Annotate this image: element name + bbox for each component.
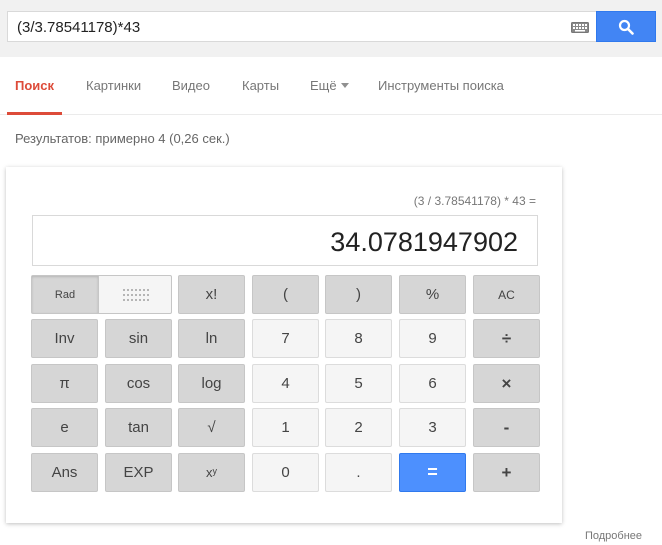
tab-search[interactable]: Поиск [15,78,54,93]
digit-3-key[interactable]: 3 [399,408,466,447]
sqrt-key[interactable]: √ [178,408,245,447]
dropdown-arrow-icon [340,83,349,89]
calculator-history: (3 / 3.78541178) * 43 = [413,194,536,208]
active-tab-indicator [7,112,62,115]
cos-key[interactable]: cos [105,364,172,403]
digit-4-key[interactable]: 4 [252,364,319,403]
tab-more[interactable]: Ещё [310,78,349,93]
digit-6-key[interactable]: 6 [399,364,466,403]
more-details-link[interactable]: Подробнее [585,530,642,542]
minus-key[interactable]: - [473,408,540,447]
calculator-display: 34.0781947902 [32,215,538,266]
calculator-result: 34.0781947902 [330,227,518,257]
deg-button[interactable] [100,276,171,313]
tan-key[interactable]: tan [105,408,172,447]
answer-key[interactable]: Ans [31,453,98,492]
tab-images[interactable]: Картинки [86,78,141,93]
search-input[interactable]: (3/3.78541178)*43 [7,11,597,42]
log-key[interactable]: log [178,364,245,403]
grid-dots-icon [122,288,149,301]
plus-key[interactable]: + [473,453,540,492]
tab-more-label: Ещё [310,78,337,93]
search-tabs: Поиск Картинки Видео Карты Ещё Инструмен… [0,57,662,115]
search-query-text: (3/3.78541178)*43 [17,19,141,36]
all-clear-key[interactable]: AC [473,275,540,314]
sin-key[interactable]: sin [105,319,172,358]
rad-button[interactable]: Rad [32,276,99,313]
digit-7-key[interactable]: 7 [252,319,319,358]
pi-key[interactable]: π [31,364,98,403]
digit-9-key[interactable]: 9 [399,319,466,358]
divide-key[interactable]: ÷ [473,319,540,358]
percent-key[interactable]: % [399,275,466,314]
angle-mode-toggle: Rad [31,275,172,314]
open-paren-key[interactable]: ( [252,275,319,314]
ln-key[interactable]: ln [178,319,245,358]
power-exponent-label: y [212,465,218,476]
digit-0-key[interactable]: 0 [252,453,319,492]
calculator-card: (3 / 3.78541178) * 43 = 34.0781947902 Ra… [6,167,562,523]
tab-maps[interactable]: Карты [242,78,279,93]
keyboard-icon[interactable] [571,22,589,33]
search-button[interactable] [596,11,656,42]
digit-5-key[interactable]: 5 [325,364,392,403]
digit-1-key[interactable]: 1 [252,408,319,447]
digit-2-key[interactable]: 2 [325,408,392,447]
euler-key[interactable]: e [31,408,98,447]
multiply-key[interactable]: × [473,364,540,403]
equals-key[interactable]: = [399,453,466,492]
decimal-point-key[interactable]: . [325,453,392,492]
close-paren-key[interactable]: ) [325,275,392,314]
search-icon [618,19,634,35]
tab-search-tools[interactable]: Инструменты поиска [378,78,504,93]
inverse-key[interactable]: Inv [31,319,98,358]
exp-key[interactable]: EXP [105,453,172,492]
search-header: (3/3.78541178)*43 [0,0,662,57]
tab-video[interactable]: Видео [172,78,210,93]
digit-8-key[interactable]: 8 [325,319,392,358]
power-key[interactable]: xy [178,453,245,492]
factorial-key[interactable]: x! [178,275,245,314]
results-stats: Результатов: примерно 4 (0,26 сек.) [15,131,230,146]
